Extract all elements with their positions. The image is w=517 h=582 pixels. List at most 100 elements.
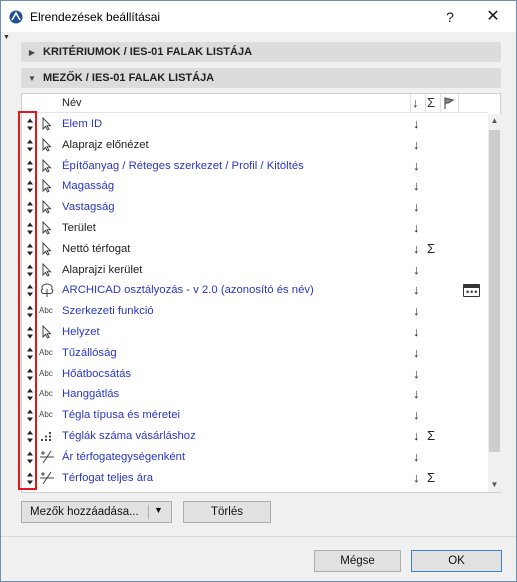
field-row[interactable]: Építőanyag / Réteges szerkezet / Profil … (22, 156, 488, 177)
sort-toggle[interactable]: ↓ (413, 470, 420, 485)
field-label: Alaprajz előnézet (62, 138, 149, 151)
drag-handle-icon[interactable] (25, 368, 35, 381)
sum-toggle[interactable]: Σ (427, 241, 435, 256)
dropdown-arrow-icon[interactable]: ▼ (154, 505, 163, 515)
field-row[interactable]: Magasság ↓ (22, 176, 488, 197)
vertical-scrollbar[interactable]: ▲ ▼ (488, 114, 501, 492)
sort-toggle[interactable]: ↓ (413, 220, 420, 235)
field-label: Szerkezeti funkció (62, 305, 154, 318)
sort-toggle[interactable]: ↓ (413, 407, 420, 422)
drag-handle-icon[interactable] (25, 326, 35, 339)
sum-toggle[interactable]: Σ (427, 470, 435, 485)
text-type-icon: Abc (39, 410, 53, 420)
sort-toggle[interactable]: ↓ (413, 345, 420, 360)
sort-toggle[interactable]: ↓ (413, 178, 420, 193)
cancel-button[interactable]: Mégse (314, 550, 401, 572)
sort-toggle[interactable]: ↓ (413, 366, 420, 381)
column-divider (440, 94, 441, 113)
window-title: Elrendezések beállításai (30, 10, 161, 24)
add-fields-button[interactable]: Mezők hozzáadása... ▼ (21, 501, 172, 523)
drag-handle-icon[interactable] (25, 430, 35, 443)
field-row[interactable]: Abc Hanggátlás ↓ (22, 384, 488, 405)
field-row[interactable]: Abc Tégla típusa és méretei ↓ (22, 405, 488, 426)
drag-handle-icon[interactable] (25, 284, 35, 297)
field-row[interactable]: Helyzet ↓ (22, 322, 488, 343)
ok-button[interactable]: OK (411, 550, 502, 572)
drag-handle-icon[interactable] (25, 243, 35, 256)
delete-button[interactable]: Törlés (183, 501, 271, 523)
drag-handle-icon[interactable] (25, 472, 35, 485)
field-row[interactable]: Abc Tűzállóság ↓ (22, 343, 488, 364)
scroll-thumb[interactable] (489, 130, 500, 452)
corner-expand-icon[interactable]: ▼ (3, 34, 10, 41)
drag-handle-icon[interactable] (25, 139, 35, 152)
drag-handle-icon[interactable] (25, 451, 35, 464)
scroll-up-arrow-icon[interactable]: ▲ (488, 114, 501, 128)
field-row[interactable]: Ár térfogategységenként ↓ (22, 447, 488, 468)
field-label: Elem ID (62, 118, 103, 130)
field-row[interactable]: Vastagság ↓ (22, 197, 488, 218)
field-row[interactable]: Alaprajz előnézet ↓ (22, 135, 488, 156)
sort-toggle[interactable]: ↓ (413, 449, 420, 464)
sort-toggle[interactable]: ↓ (413, 199, 420, 214)
drag-handle-icon[interactable] (25, 222, 35, 235)
drag-handle-icon[interactable] (25, 305, 35, 318)
field-row[interactable]: Téglák száma vásárláshoz ↓ Σ (22, 426, 488, 447)
text-type-icon: Abc (39, 368, 53, 378)
drag-handle-icon[interactable] (25, 347, 35, 360)
column-divider (458, 94, 459, 113)
field-row[interactable]: Terület ↓ (22, 218, 488, 239)
drag-handle-icon[interactable] (25, 201, 35, 214)
field-row[interactable]: Abc Hőátbocsátás ↓ (22, 364, 488, 385)
field-label: Vastagság (62, 201, 115, 214)
sort-toggle[interactable]: ↓ (413, 116, 420, 131)
sort-toggle[interactable]: ↓ (413, 324, 420, 339)
criteria-panel-header[interactable]: ▶ KRITÉRIUMOK / IES-01 FALAK LISTÁJA (21, 42, 501, 62)
sort-toggle[interactable]: ↓ (413, 282, 420, 297)
drag-handle-icon[interactable] (25, 180, 35, 193)
flag-icon[interactable] (442, 96, 456, 110)
field-row[interactable]: Abc Szerkezeti funkció ↓ (22, 301, 488, 322)
field-row[interactable]: Térfogat teljes ára ↓ Σ (22, 468, 488, 489)
sort-column-header[interactable]: ↓ (412, 95, 419, 110)
pointer-icon (39, 179, 55, 194)
sort-toggle[interactable]: ↓ (413, 386, 420, 401)
field-label: Tűzállóság (62, 346, 117, 359)
field-label: Hanggátlás (62, 388, 120, 401)
pointer-icon (39, 158, 55, 173)
drag-handle-icon[interactable] (25, 264, 35, 277)
sum-column-header[interactable]: Σ (427, 95, 435, 110)
sort-toggle[interactable]: ↓ (413, 137, 420, 152)
sort-toggle[interactable]: ↓ (413, 428, 420, 443)
sort-toggle[interactable]: ↓ (413, 158, 420, 173)
title-bar: Elrendezések beállításai ? ✕ (1, 1, 516, 32)
help-button[interactable]: ? (439, 6, 461, 28)
field-label: Magasság (62, 180, 115, 193)
sort-toggle[interactable]: ↓ (413, 241, 420, 256)
drag-handle-icon[interactable] (25, 388, 35, 401)
field-row[interactable]: ARCHICAD osztályozás - v 2.0 (azonosító … (22, 280, 488, 301)
sum-toggle[interactable]: Σ (427, 428, 435, 443)
field-label: Térfogat teljes ára (62, 471, 154, 484)
drag-handle-icon[interactable] (25, 160, 35, 173)
fields-panel-header[interactable]: ▼ MEZŐK / IES-01 FALAK LISTÁJA (21, 68, 501, 88)
column-divider (425, 94, 426, 113)
text-type-icon: Abc (39, 306, 53, 316)
pointer-icon (39, 324, 55, 339)
criteria-panel-title: KRITÉRIUMOK / IES-01 FALAK LISTÁJA (43, 46, 253, 58)
drag-handle-icon[interactable] (25, 118, 35, 131)
sort-toggle[interactable]: ↓ (413, 262, 420, 277)
drag-handle-icon[interactable] (25, 409, 35, 422)
field-row[interactable]: Nettó térfogat ↓ Σ (22, 239, 488, 260)
column-name-header[interactable]: Név (62, 97, 82, 109)
close-button[interactable]: ✕ (482, 6, 504, 28)
sort-toggle[interactable]: ↓ (413, 303, 420, 318)
chevron-right-icon: ▶ (28, 47, 36, 57)
fields-list: Név ↓ Σ Elem ID ↓ Alaprajz előnézet ↓ Építőa… (21, 93, 501, 493)
scroll-down-arrow-icon[interactable]: ▼ (488, 478, 501, 492)
footer-divider (1, 536, 516, 537)
options-icon[interactable]: ••• (463, 284, 480, 298)
field-row[interactable]: Elem ID ↓ (22, 114, 488, 135)
chevron-down-icon: ▼ (28, 73, 36, 83)
field-row[interactable]: Alaprajzi kerület ↓ (22, 260, 488, 281)
